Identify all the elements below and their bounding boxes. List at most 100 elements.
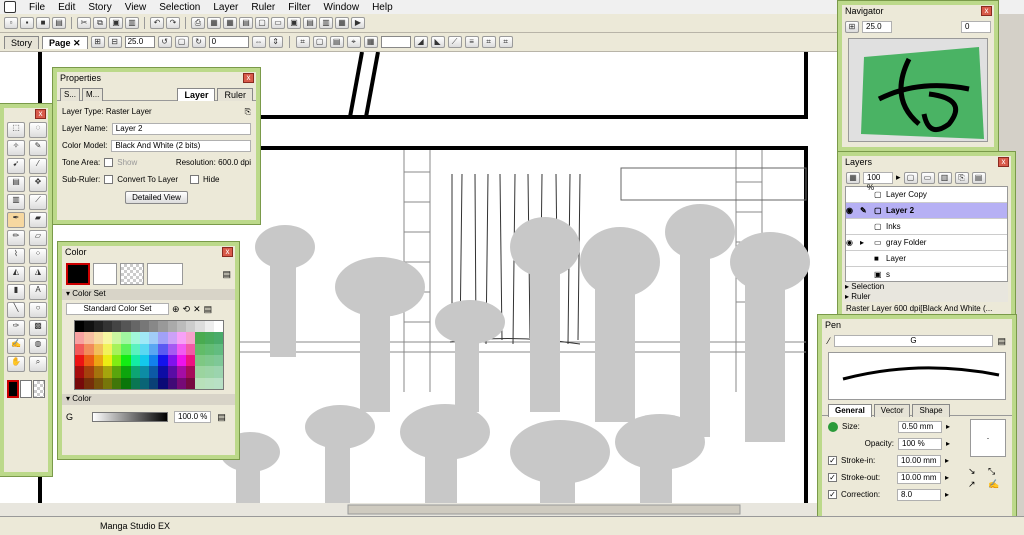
pen-tool-icon[interactable]: ✒	[7, 212, 25, 228]
palette-swatch[interactable]	[75, 366, 85, 378]
palette-swatch[interactable]	[102, 321, 112, 333]
palette-swatch[interactable]	[195, 354, 205, 367]
palette-swatch[interactable]	[195, 321, 205, 333]
text-icon[interactable]: A	[29, 284, 47, 300]
delete-color-icon[interactable]: ✕	[193, 304, 201, 315]
stroke-in-arrow-icon[interactable]: ▸	[945, 456, 949, 465]
curve-icon[interactable]: ◣	[430, 36, 445, 48]
palette-swatch[interactable]	[84, 343, 94, 355]
color-menu-icon-2[interactable]: ▤	[217, 412, 226, 423]
zoom-out-icon[interactable]: ⊟	[107, 36, 122, 48]
navigator-icon[interactable]: ▣	[287, 17, 301, 29]
show-checkbox[interactable]	[104, 158, 114, 167]
palette-swatch[interactable]	[158, 332, 168, 344]
pen-icon[interactable]: ✎	[860, 206, 874, 215]
palette-swatch[interactable]	[130, 321, 140, 333]
menu-story[interactable]: Story	[88, 2, 111, 13]
grid2-icon[interactable]: ⌗	[481, 36, 496, 48]
palette-swatch[interactable]	[139, 377, 149, 389]
cut-icon[interactable]: ✂	[77, 17, 91, 29]
brush-name-field[interactable]: G	[833, 335, 994, 347]
close-icon[interactable]: ✕	[73, 38, 81, 48]
palette-swatch[interactable]	[158, 354, 168, 367]
palette-swatch[interactable]	[195, 377, 205, 389]
palette-swatch[interactable]	[149, 377, 159, 389]
palette-swatch[interactable]	[75, 343, 85, 355]
correction-checkbox[interactable]: ✓	[828, 490, 837, 499]
grid-icon[interactable]: ▦	[223, 17, 237, 29]
palette-swatch[interactable]	[195, 343, 205, 355]
pencil-icon[interactable]: ✏	[7, 230, 25, 246]
stroke-out-field[interactable]: 10.00 mm	[897, 471, 941, 484]
lock-icon[interactable]: ⎘	[245, 107, 251, 117]
palette-swatch[interactable]	[139, 343, 149, 355]
grid3-icon[interactable]: ⌗	[498, 36, 513, 48]
palette-swatch[interactable]	[149, 354, 159, 367]
palette-swatch[interactable]	[93, 343, 103, 355]
object-select-icon[interactable]: ➹	[7, 158, 25, 174]
opacity-arrow-icon[interactable]: ▸	[946, 439, 950, 448]
tone-icon[interactable]: ▩	[29, 320, 47, 336]
tab-page[interactable]: Page ✕	[42, 35, 88, 49]
menu-help[interactable]: Help	[372, 2, 393, 13]
print-icon[interactable]: ⎙	[191, 17, 205, 29]
line-tool-icon[interactable]: ╲	[7, 302, 25, 318]
folder-icon[interactable]: ▭	[271, 17, 285, 29]
hatch-icon[interactable]: ≡	[464, 36, 479, 48]
palette-swatch[interactable]	[112, 366, 122, 378]
select-pen-icon[interactable]: ✎	[29, 140, 47, 156]
copy-icon[interactable]: ⧉	[93, 17, 107, 29]
sub-color-chip[interactable]	[93, 263, 117, 285]
palette-swatch[interactable]	[139, 354, 149, 367]
opacity-field[interactable]: 100 %	[898, 437, 942, 450]
properties-icon[interactable]: ▥	[319, 17, 333, 29]
palette-swatch[interactable]	[213, 354, 223, 367]
palette-swatch[interactable]	[121, 377, 131, 389]
palette-swatch[interactable]	[102, 354, 112, 367]
black-color-chip[interactable]	[7, 380, 19, 398]
stroke-in-checkbox[interactable]: ✓	[828, 456, 837, 465]
layout-icon[interactable]: ▤	[239, 17, 253, 29]
size-field[interactable]: 0.50 mm	[898, 420, 942, 433]
palette-swatch[interactable]	[204, 332, 214, 344]
palette-swatch[interactable]	[130, 343, 140, 355]
palette-swatch[interactable]	[121, 366, 131, 378]
tab-story[interactable]: Story	[4, 35, 40, 49]
palette-swatch[interactable]	[84, 332, 94, 344]
vector-pen-icon[interactable]: ✑	[7, 320, 25, 336]
menu-filter[interactable]: Filter	[288, 2, 310, 13]
palette-swatch[interactable]	[149, 332, 159, 344]
palette-swatch[interactable]	[204, 343, 214, 355]
palette-swatch[interactable]	[176, 377, 186, 389]
new-story-icon[interactable]: ▪	[20, 17, 34, 29]
palette-swatch[interactable]	[213, 343, 223, 355]
layer-row[interactable]: ▣ s	[846, 267, 1007, 281]
close-icon[interactable]: x	[998, 157, 1009, 167]
layer-row[interactable]: ◉ ▸ ▭ gray Folder	[846, 235, 1007, 251]
zoom-in-icon[interactable]: ⊞	[90, 36, 105, 48]
palette-swatch[interactable]	[176, 366, 186, 378]
flip-h-icon[interactable]: ⇔	[251, 36, 266, 48]
close-icon[interactable]: x	[981, 6, 992, 16]
palette-swatch[interactable]	[102, 366, 112, 378]
palette-swatch[interactable]	[195, 332, 205, 344]
new-folder-icon[interactable]: ▭	[920, 171, 935, 184]
palette-swatch[interactable]	[93, 332, 103, 344]
selection-row[interactable]: ▸ Selection	[845, 282, 1008, 292]
tab-ruler[interactable]: Ruler	[217, 88, 253, 101]
white-color-chip[interactable]	[20, 380, 32, 398]
palette-swatch[interactable]	[167, 332, 177, 344]
palette-swatch[interactable]	[186, 366, 196, 378]
palette-swatch[interactable]	[167, 366, 177, 378]
frame-icon[interactable]: ▦	[363, 36, 378, 48]
palette-swatch[interactable]	[84, 354, 94, 367]
new-layer-icon[interactable]: ▢	[903, 171, 918, 184]
tab-m[interactable]: M...	[82, 88, 104, 101]
blank-field[interactable]	[380, 36, 411, 48]
palette-swatch[interactable]	[121, 343, 131, 355]
transparent-chip[interactable]	[120, 263, 144, 285]
ruler-tool-icon[interactable]: ⟋	[29, 194, 47, 210]
marquee-icon[interactable]: ⬚	[7, 122, 25, 138]
navigator-zoom-field[interactable]: 25.0	[862, 21, 892, 33]
menu-ruler[interactable]: Ruler	[251, 2, 275, 13]
